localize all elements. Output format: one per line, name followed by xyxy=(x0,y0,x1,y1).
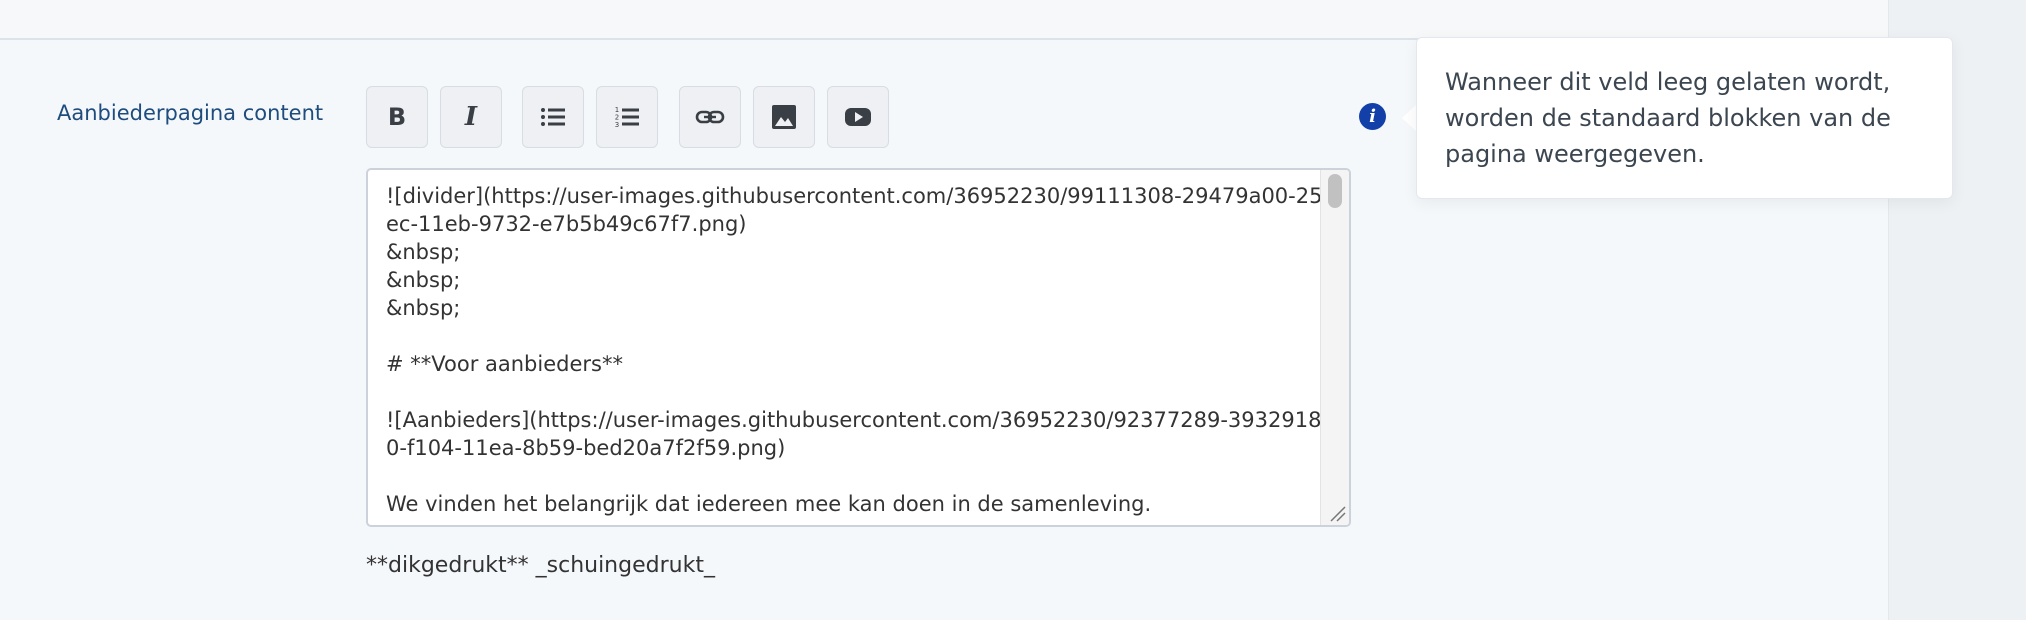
link-button[interactable] xyxy=(679,86,741,148)
svg-text:B: B xyxy=(388,103,406,131)
svg-text:I: I xyxy=(464,102,478,132)
image-icon xyxy=(772,105,796,129)
markdown-hint: **dikgedrukt** _schuingedrukt_ xyxy=(366,553,715,578)
info-icon[interactable]: i xyxy=(1359,103,1386,130)
field-label: Aanbiederpagina content xyxy=(57,101,324,125)
tooltip-arrow xyxy=(1402,104,1417,132)
scroll-thumb[interactable] xyxy=(1328,174,1342,208)
link-icon xyxy=(695,110,725,124)
youtube-button[interactable] xyxy=(827,86,889,148)
bold-button[interactable]: B xyxy=(366,86,428,148)
italic-icon: I xyxy=(464,102,478,132)
italic-button[interactable]: I xyxy=(440,86,502,148)
info-tooltip: Wanneer dit veld leeg gelaten wordt, wor… xyxy=(1416,37,1953,199)
bulleted-list-icon xyxy=(541,108,565,126)
markdown-editor[interactable]: ![divider](https://user-images.githubuse… xyxy=(366,168,1351,527)
bulleted-list-button[interactable] xyxy=(522,86,584,148)
youtube-icon xyxy=(845,108,871,126)
resize-grip-icon xyxy=(1330,506,1346,522)
editor-content[interactable]: ![divider](https://user-images.githubuse… xyxy=(386,182,1326,518)
svg-text:3: 3 xyxy=(615,121,619,129)
resize-handle[interactable] xyxy=(1321,497,1349,525)
bold-icon: B xyxy=(388,103,406,131)
numbered-list-icon: 1 2 3 xyxy=(615,106,639,129)
editor-scrollbar[interactable] xyxy=(1320,170,1349,525)
numbered-list-button[interactable]: 1 2 3 xyxy=(596,86,658,148)
top-section-band xyxy=(0,0,1888,40)
image-button[interactable] xyxy=(753,86,815,148)
